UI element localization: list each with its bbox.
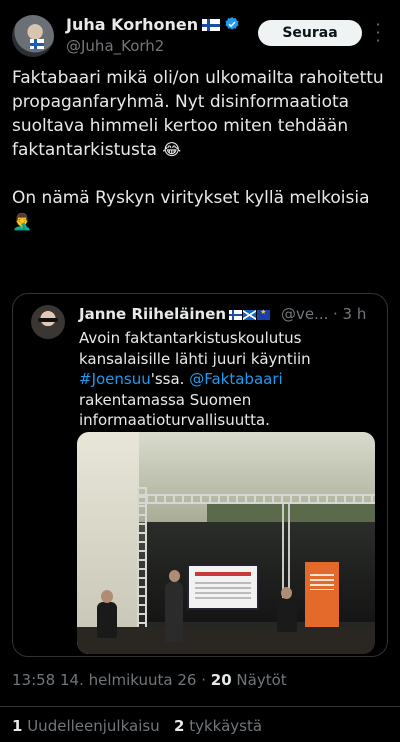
quoted-tweet-photo[interactable] bbox=[77, 432, 375, 654]
likes-count: 2 bbox=[174, 717, 185, 735]
views-count: 20 bbox=[210, 671, 232, 689]
reposts-label: Uudelleenjulkaisu bbox=[22, 717, 160, 735]
quoted-author-name-row: Janne Riiheläinen bbox=[79, 305, 271, 324]
quoted-author-flags-icon bbox=[228, 306, 271, 324]
quoted-tweet-time: · 3 h bbox=[333, 305, 367, 323]
finland-flag-icon bbox=[202, 19, 221, 31]
author-name-row[interactable]: Juha Korhonen bbox=[66, 15, 240, 34]
quoted-author-avatar[interactable] bbox=[31, 305, 65, 339]
likes-link[interactable]: 2 tykkäystä bbox=[174, 717, 262, 735]
quoted-text-part: Avoin faktantarkistuskoulutus kansalaisi… bbox=[79, 329, 311, 368]
quoted-author-handle: @ve... bbox=[281, 305, 329, 323]
engagement-counts: 1 Uudelleenjulkaisu 2 tykkäystä bbox=[12, 717, 262, 735]
quoted-author-name: Janne Riiheläinen bbox=[79, 305, 227, 323]
author-name[interactable]: Juha Korhonen bbox=[66, 15, 198, 34]
tweet-timestamp[interactable]: 13:58 14. helmikuuta 26 · bbox=[12, 671, 211, 689]
divider bbox=[0, 706, 400, 707]
tweet-paragraph-2: On nämä Ryskyn viritykset kyllä melkoisi… bbox=[12, 188, 370, 208]
quoted-tweet-text: Avoin faktantarkistuskoulutus kansalaisi… bbox=[79, 328, 375, 431]
views-label: Näytöt bbox=[231, 671, 287, 689]
tweet-text: Faktabaari mikä oli/on ulkomailta rahoit… bbox=[12, 66, 392, 234]
tweet-timestamp-views: 13:58 14. helmikuuta 26 · 20 Näytöt bbox=[12, 671, 287, 689]
laughing-emoji-icon: 😂 bbox=[162, 140, 182, 159]
quoted-text-part: rakentamassa Suomen informaatioturvallis… bbox=[79, 390, 270, 430]
tweet-paragraph-1: Faktabaari mikä oli/on ulkomailta rahoit… bbox=[12, 68, 384, 160]
likes-label: tykkäystä bbox=[184, 717, 263, 735]
reposts-count: 1 bbox=[12, 717, 23, 735]
follow-button[interactable]: Seuraa bbox=[258, 20, 362, 46]
facepalm-emoji-icon: 🤦‍♂️ bbox=[12, 212, 32, 231]
mention-link[interactable]: @Faktabaari bbox=[189, 370, 282, 388]
author-handle[interactable]: @Juha_Korh2 bbox=[66, 37, 164, 55]
verified-badge-icon bbox=[225, 17, 239, 30]
reposts-link[interactable]: 1 Uudelleenjulkaisu bbox=[12, 717, 160, 735]
author-avatar[interactable] bbox=[12, 15, 54, 57]
quoted-tweet[interactable]: Janne Riiheläinen @ve... · 3 h Avoin fak… bbox=[12, 293, 388, 657]
more-options-icon[interactable]: · · · bbox=[372, 17, 384, 49]
quoted-text-part: 'ssa. bbox=[150, 370, 190, 388]
hashtag-link[interactable]: #Joensuu bbox=[79, 370, 151, 388]
